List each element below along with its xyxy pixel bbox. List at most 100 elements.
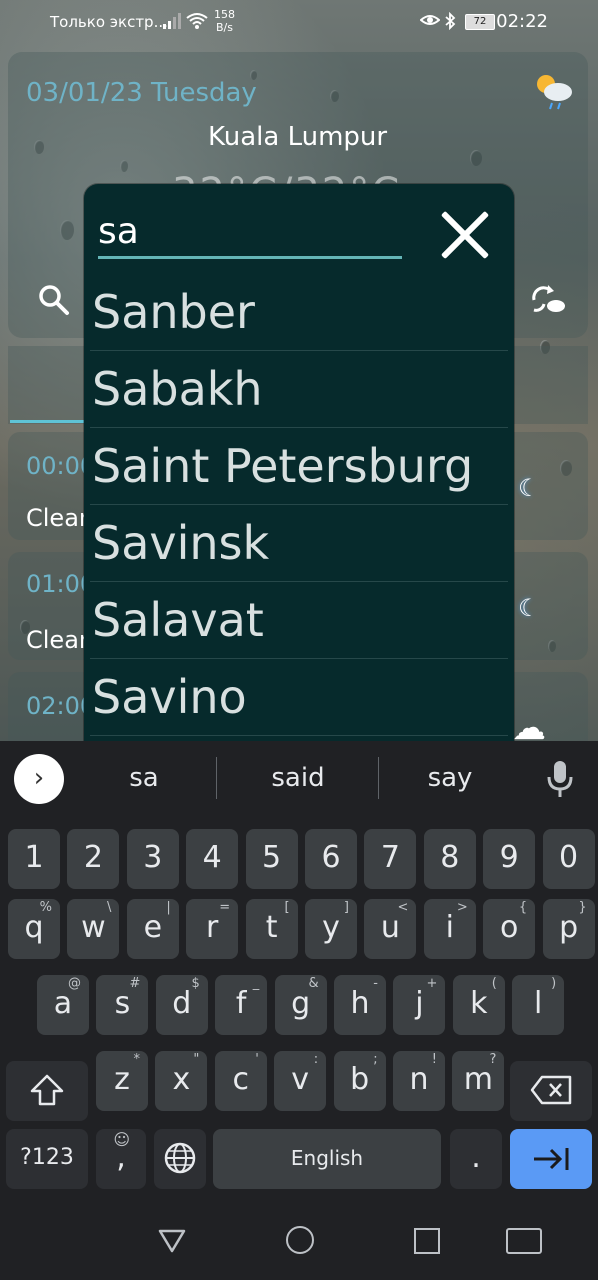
key-a[interactable]: @ a xyxy=(37,975,89,1035)
key-k[interactable]: (k xyxy=(452,975,505,1035)
city-suggestion-item[interactable]: Sanber xyxy=(90,274,508,351)
key-j[interactable]: + j xyxy=(393,975,446,1035)
key-g[interactable]: & g xyxy=(274,975,327,1035)
key-f[interactable]: _ f xyxy=(215,975,268,1035)
key-label: d xyxy=(172,986,192,1021)
suggestion-strip: › sa said say xyxy=(0,741,598,817)
symbols-key[interactable]: ?123 xyxy=(6,1129,88,1189)
key-x[interactable]: " x xyxy=(155,1051,208,1111)
key-r[interactable]: = r xyxy=(186,899,239,959)
key-alt-symbol: # xyxy=(129,976,141,991)
city-suggestion-item[interactable]: Savinsk xyxy=(90,505,508,582)
suggestion-word[interactable]: sa xyxy=(64,763,224,793)
key-label: b xyxy=(350,1062,370,1097)
key-8[interactable]: 8 xyxy=(423,829,476,889)
key-p[interactable]: } p xyxy=(542,899,595,959)
key-alt-symbol: ] xyxy=(343,900,349,915)
key-label: n xyxy=(409,1062,429,1097)
city-suggestion-item[interactable]: Salavat xyxy=(90,582,508,659)
key-l[interactable]: ) l xyxy=(512,975,565,1035)
key-y[interactable]: ] y xyxy=(305,899,357,959)
key-alt-symbol: | xyxy=(166,900,171,915)
back-icon[interactable] xyxy=(158,1228,186,1254)
key-h[interactable]: -h xyxy=(334,975,386,1035)
key-alt-symbol: < xyxy=(397,900,409,915)
key-6[interactable]: 6 xyxy=(305,829,357,889)
key-label: x xyxy=(172,1062,191,1097)
network-speed-value: 158 xyxy=(214,8,235,21)
key-9[interactable]: 9 xyxy=(483,829,536,889)
key-2[interactable]: 2 xyxy=(67,829,120,889)
network-speed-unit: B/s xyxy=(216,21,233,34)
key-alt-symbol: { xyxy=(518,900,528,915)
key-label: w xyxy=(81,910,106,945)
backspace-key[interactable] xyxy=(510,1061,592,1121)
moon-icon: ☾ xyxy=(518,474,540,502)
key-alt-symbol: % xyxy=(39,900,52,915)
city-suggestion-item[interactable]: Saint Petersburg xyxy=(90,428,508,505)
key-label: c xyxy=(232,1062,250,1097)
key-alt-symbol: - xyxy=(373,976,378,991)
key-z[interactable]: * z xyxy=(96,1051,148,1111)
key-s[interactable]: # s xyxy=(96,975,149,1035)
key-label: l xyxy=(534,986,543,1021)
key-4[interactable]: 4 xyxy=(186,829,239,889)
key-label: z xyxy=(114,1062,130,1097)
signal-icon xyxy=(162,12,182,34)
date-label: 03/01/23 Tuesday xyxy=(26,78,257,108)
key-0[interactable]: 0 xyxy=(542,829,595,889)
refresh-weather-icon[interactable] xyxy=(530,284,566,316)
key-u[interactable]: < u xyxy=(364,899,417,959)
chevron-right-icon[interactable]: › xyxy=(14,754,64,804)
key-m[interactable]: ? m xyxy=(452,1051,505,1111)
hourly-description: Clear xyxy=(26,626,89,654)
key-i[interactable]: > i xyxy=(423,899,476,959)
period-key[interactable]: . xyxy=(450,1129,502,1189)
close-icon[interactable] xyxy=(436,206,494,264)
home-icon[interactable] xyxy=(286,1226,314,1254)
keyboard-switch-icon[interactable] xyxy=(506,1228,542,1254)
emoji-comma-key[interactable]: ☺ , xyxy=(96,1129,146,1189)
key-n[interactable]: ! n xyxy=(393,1051,445,1111)
key-label: 7 xyxy=(380,840,400,875)
suggestion-word[interactable]: say xyxy=(370,763,530,793)
key-label: t xyxy=(265,910,278,945)
key-label: a xyxy=(53,986,73,1021)
key-5[interactable]: 5 xyxy=(245,829,298,889)
key-d[interactable]: $ d xyxy=(155,975,208,1035)
search-icon[interactable] xyxy=(38,284,70,316)
key-label: y xyxy=(322,910,340,945)
key-c[interactable]: ' c xyxy=(214,1051,267,1111)
key-7[interactable]: 7 xyxy=(364,829,417,889)
key-o[interactable]: {o xyxy=(483,899,536,959)
key-alt-symbol: ) xyxy=(551,976,557,991)
microphone-icon[interactable] xyxy=(546,759,574,799)
key-b[interactable]: ; b xyxy=(333,1051,386,1111)
city-suggestion-list: Sanber Sabakh Saint Petersburg Savinsk S… xyxy=(90,274,508,736)
key-label: 3 xyxy=(143,840,163,875)
language-key[interactable] xyxy=(154,1129,206,1189)
battery-indicator: 72 xyxy=(465,14,495,30)
key-label: 4 xyxy=(202,840,222,875)
city-search-input[interactable] xyxy=(98,206,402,259)
status-bar: Только экстр... 158 B/s 72 02:22 xyxy=(0,0,598,46)
key-t[interactable]: [t xyxy=(245,899,298,959)
recent-apps-icon[interactable] xyxy=(414,1228,440,1254)
key-3[interactable]: 3 xyxy=(126,829,179,889)
city-suggestion-item[interactable]: Savino xyxy=(90,659,508,736)
key-w[interactable]: \ w xyxy=(67,899,120,959)
suggestion-word[interactable]: said xyxy=(218,763,378,793)
city-suggestion-item[interactable]: Sabakh xyxy=(90,351,508,428)
key-alt-symbol: $ xyxy=(191,976,200,991)
key-q[interactable]: % q xyxy=(8,899,60,959)
city-search-dialog: Sanber Sabakh Saint Petersburg Savinsk S… xyxy=(84,184,514,744)
space-key[interactable]: English xyxy=(213,1129,441,1189)
key-e[interactable]: | e xyxy=(126,899,179,959)
key-alt-symbol: ( xyxy=(491,976,497,991)
enter-key[interactable] xyxy=(510,1129,592,1189)
shift-key[interactable] xyxy=(6,1061,88,1121)
eye-icon xyxy=(419,12,441,32)
key-1[interactable]: 1 xyxy=(8,829,60,889)
key-v[interactable]: :v xyxy=(274,1051,327,1111)
key-alt-symbol: ? xyxy=(489,1052,497,1067)
